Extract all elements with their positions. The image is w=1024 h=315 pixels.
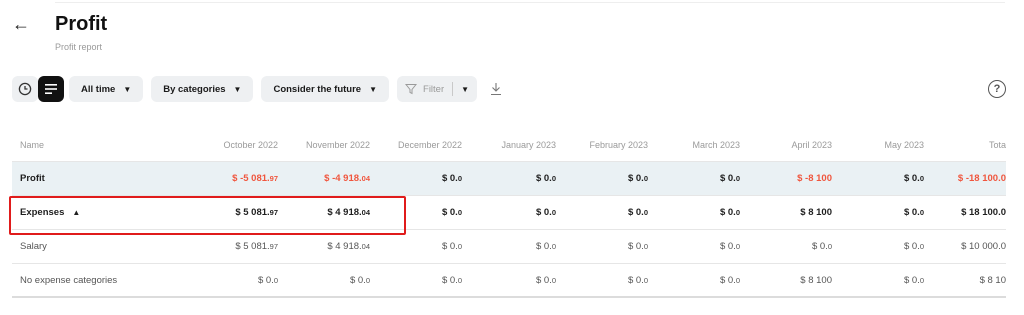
caret-down-icon: ▼ <box>461 84 470 94</box>
table-cell: $ 0. 0 <box>719 207 740 218</box>
profit-table: Name October 2022 November 2022 December… <box>12 128 1006 298</box>
table-cell: $ 5 081. 97 <box>235 207 278 218</box>
grouping-label: By categories <box>163 83 226 95</box>
table-cell: $ 0. 0 <box>257 274 278 286</box>
column-header: January 2023 <box>501 139 556 150</box>
future-label: Consider the future <box>273 83 362 95</box>
filter-label: Filter <box>423 83 445 95</box>
back-arrow-icon[interactable]: ← <box>12 14 30 35</box>
column-header-name: Name <box>20 139 45 150</box>
grouping-dropdown[interactable]: By categories ▼ <box>151 76 254 102</box>
column-header: February 2023 <box>589 139 648 150</box>
table-header-row: Name October 2022 November 2022 December… <box>12 128 1006 162</box>
table-cell: $ 0. 0 <box>903 207 924 218</box>
table-cell: $ 0. 0 <box>535 274 556 286</box>
table-cell: $ 0. 0 <box>627 274 648 286</box>
row-name: Expenses ▲ <box>20 207 81 218</box>
table-row-no-expense-categories[interactable]: No expense categories $ 0. 0 $ 0. 0 $ 0. 0 … <box>12 264 1006 298</box>
table-cell: $ -8 100 <box>797 173 832 184</box>
download-icon[interactable] <box>483 76 509 102</box>
column-header: May 2023 <box>884 139 924 150</box>
table-cell: $ 0. 0 <box>719 274 740 286</box>
table-cell: $ 0. 0 <box>903 173 924 184</box>
row-name: Salary <box>20 241 47 252</box>
row-name: Profit <box>20 173 45 184</box>
table-cell: $ -4 918. 04 <box>324 173 370 184</box>
table-row-expenses[interactable]: Expenses ▲ $ 5 081. 97 $ 4 918. 04 $ 0. 0 $ … <box>12 196 1006 230</box>
table-cell: $ 0. 0 <box>535 207 556 218</box>
caret-up-icon[interactable]: ▲ <box>72 208 80 217</box>
table-cell: $ 0. 0 <box>811 241 832 252</box>
caret-down-icon: ▼ <box>233 84 242 94</box>
clock-icon[interactable] <box>12 76 38 102</box>
table-cell: $ 5 081. 97 <box>235 241 278 252</box>
table-cell: $ 0. 0 <box>349 274 370 286</box>
table-cell: $ 0. 0 <box>627 173 648 184</box>
table-cell: $ 8 100 <box>800 274 832 286</box>
row-name: No expense categories <box>20 274 118 286</box>
list-view-icon[interactable] <box>38 76 64 102</box>
column-header: December 2022 <box>397 139 462 150</box>
page-title: Profit <box>55 13 108 35</box>
table-cell: $ 0. 0 <box>441 207 462 218</box>
table-cell: $ 0. 0 <box>441 173 462 184</box>
filter-dropdown[interactable]: Filter ▼ <box>397 76 478 102</box>
table-cell: $ 8 100 <box>800 207 832 218</box>
table-row-salary[interactable]: Salary $ 5 081. 97 $ 4 918. 04 $ 0. 0 $ 0. 0… <box>12 230 1006 264</box>
table-cell: $ 4 918. 04 <box>327 207 370 218</box>
filter-icon <box>405 84 418 95</box>
future-dropdown[interactable]: Consider the future ▼ <box>261 76 390 102</box>
table-cell: $ 0. 0 <box>627 207 648 218</box>
top-divider <box>55 2 1005 3</box>
table-cell: $ 4 918. 04 <box>327 241 370 252</box>
table-cell: $ 0. 0 <box>903 241 924 252</box>
table-cell: $ 0. 0 <box>535 241 556 252</box>
help-icon[interactable]: ? <box>988 80 1006 98</box>
table-cell: $ -5 081. 97 <box>232 173 278 184</box>
table-cell: $ 0. 0 <box>535 173 556 184</box>
column-header: April 2023 <box>791 139 832 150</box>
column-header: November 2022 <box>305 139 370 150</box>
table-cell: $ 0. 0 <box>903 274 924 286</box>
period-label: All time <box>81 83 116 95</box>
table-cell: $ 18 100.0 <box>961 207 1006 218</box>
table-row-profit[interactable]: Profit $ -5 081. 97 $ -4 918. 04 $ 0. 0 $ 0… <box>12 162 1006 196</box>
table-cell: $ 10 000.0 <box>961 241 1006 252</box>
table-cell: $ -18 100.0 <box>957 173 1006 184</box>
page-subtitle: Profit report <box>55 42 103 52</box>
table-cell: $ 0. 0 <box>441 241 462 252</box>
column-header: October 2022 <box>223 139 278 150</box>
caret-down-icon: ▼ <box>123 84 132 94</box>
filter-divider <box>452 82 454 96</box>
table-cell: $ 0. 0 <box>627 241 648 252</box>
table-cell: $ 0. 0 <box>719 173 740 184</box>
column-header: Tota <box>988 139 1006 150</box>
toolbar: All time ▼ By categories ▼ Consider the … <box>12 76 509 102</box>
table-cell: $ 0. 0 <box>719 241 740 252</box>
table-cell: $ 8 10 <box>979 274 1006 286</box>
column-header: March 2023 <box>692 139 740 150</box>
caret-down-icon: ▼ <box>369 84 378 94</box>
table-cell: $ 0. 0 <box>441 274 462 286</box>
period-dropdown[interactable]: All time ▼ <box>69 76 144 102</box>
